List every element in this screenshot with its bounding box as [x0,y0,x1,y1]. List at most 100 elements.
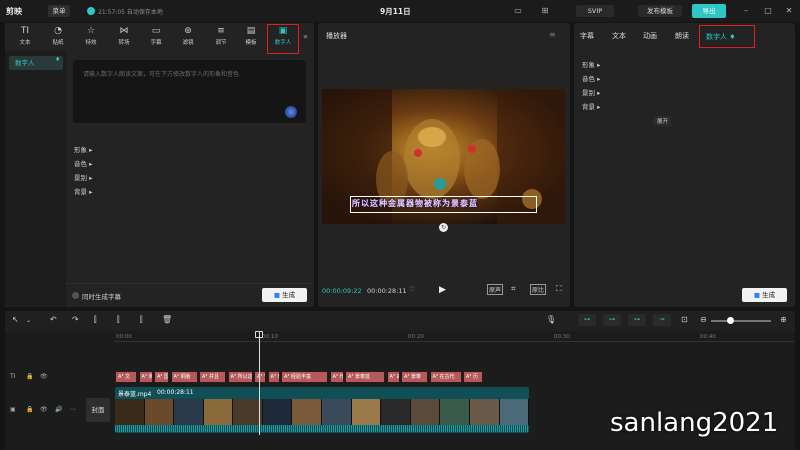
undo-icon[interactable]: ↶ [50,315,57,324]
export-button[interactable]: 导出 [692,4,726,18]
lock-icon[interactable]: 🔒 [26,373,33,380]
cursor-icon[interactable]: ↖ [12,315,19,324]
zoom-slider-knob[interactable] [727,317,734,324]
thumbnail [381,399,411,425]
ratio-button[interactable]: 原比 [530,284,547,295]
rotate-handle-icon[interactable]: ↻ [439,223,448,232]
text-clip[interactable]: A³ 文 [115,371,137,383]
text-clip[interactable]: A³ 景泰蓝 [345,371,385,383]
grid-icon[interactable]: ⦙⦙⦙ [410,285,415,294]
text-clip[interactable]: A³ 国 [154,371,169,383]
thumbnail [440,399,470,425]
tab-read[interactable]: 朗读 [675,31,689,41]
generate-icon: ■ [753,291,761,299]
text-clip[interactable]: A³ 铜胎 [170,371,198,383]
text-clip[interactable]: A³ 历 [463,371,483,383]
playhead[interactable] [259,331,260,435]
tool-effects[interactable]: ☆ 特效 [78,25,104,49]
link-main-track-icon[interactable]: ⊶ [578,314,596,326]
tool-adjust[interactable]: ≡ 调节 [208,25,234,49]
eye-icon[interactable]: 👁 [40,373,48,380]
timeline-toolbar [5,311,795,331]
collapse-icon[interactable]: « [303,32,308,41]
text-clip[interactable]: A³ 在古代 [429,371,462,383]
text-clip[interactable]: A³ 由 [386,371,400,383]
publish-template-button[interactable]: 发布模板 [638,5,682,17]
zoom-out-icon[interactable]: ⊖ [700,315,707,324]
fullscreen-icon[interactable]: ⛶ [556,284,562,294]
original-sound-button[interactable]: 原声 [487,284,504,295]
ruler-label: 00:30 [554,334,570,340]
text-track-icon: TI [10,373,16,380]
tool-transition[interactable]: ⋈ 转场 [111,25,137,49]
cover-button[interactable]: 封面 [86,398,110,422]
tool-filter[interactable]: ⊛ 滤镜 [175,25,201,49]
text-clip[interactable]: A³ 景泰 [401,371,428,383]
close-icon[interactable]: ✕ [784,6,794,16]
maximize-icon[interactable]: □ [763,6,773,16]
eye-icon[interactable]: 👁 [40,406,48,413]
subtitle-checkbox[interactable] [72,292,79,299]
prop-background[interactable]: 背景 ▸ [74,186,92,196]
prop-shot[interactable]: 景别 ▸ [74,172,92,182]
svip-button[interactable]: SVIP [576,5,614,17]
menu-button[interactable]: 菜单 [48,5,70,17]
right-prop-voice[interactable]: 音色 ▸ [582,73,600,83]
redo-icon[interactable]: ↷ [72,315,79,324]
link-preview-icon[interactable]: ⊶ [603,314,621,326]
text-track: A³ 文A³ 我A³ 国A³ 铜胎A³ 并且A³ 所以这A³ 它A³ 但A³ 经… [115,371,530,383]
tool-subtitle[interactable]: ▭ 字幕 [143,25,169,49]
play-icon[interactable]: ▶ [439,285,446,295]
minimize-icon[interactable]: – [741,6,751,16]
tool-digital-human-highlight[interactable] [267,24,299,54]
tab-text[interactable]: 文本 [612,31,626,41]
preview-axis-icon[interactable]: ⊡ [681,315,688,324]
caption-text[interactable]: 所以这种金属器物被称为景泰蓝 [352,198,535,209]
thumbnail [322,399,352,425]
zoom-slider[interactable] [711,320,771,322]
text-clip[interactable]: A³ 但 [267,371,280,383]
tool-sticker[interactable]: ◔ 贴纸 [45,25,71,49]
text-clip[interactable]: A³ 并且 [199,371,226,383]
microphone-icon[interactable]: 🎙 [546,315,556,324]
text-clip[interactable]: A³ 我 [138,371,153,383]
split-left-icon[interactable]: ⫿ [117,315,120,325]
ai-orb-icon[interactable] [285,106,297,118]
chevron-down-icon[interactable]: ⌄ [26,317,31,324]
delete-icon[interactable]: 🗑 [162,315,172,324]
tab-digital-human[interactable]: 数字人 ♦ [699,25,755,48]
script-textarea[interactable]: 请输入数字人朗读文案，可在下方修改数字人的形象和音色 [73,60,306,123]
text-clip[interactable]: A³ 它 [254,371,266,383]
tool-template[interactable]: ▤ 模板 [238,25,264,49]
ruler-label: 00:40 [700,334,716,340]
left-sidebar [5,51,66,307]
monitor-icon[interactable]: ▭ [513,6,523,16]
tab-animation[interactable]: 动画 [643,31,657,41]
text-clip[interactable]: A³ 作 [329,371,344,383]
layout-icon[interactable]: ⊞ [540,6,550,16]
link-audio-icon[interactable]: ⊶ [628,314,646,326]
split-right-icon[interactable]: ⫿ [140,315,143,325]
more-icon[interactable]: ⋯ [70,406,76,413]
generate-button-right[interactable]: ■ 生成 [742,288,787,302]
autosave-status: 21:57:05 自动保存本地 [98,9,163,16]
tool-label: 转场 [118,40,130,46]
text-clip[interactable]: A³ 所以这 [227,371,253,383]
generate-icon: ■ [273,291,281,299]
generate-button[interactable]: ■ 生成 [262,288,307,302]
prop-appearance[interactable]: 形象 ▸ [74,144,92,154]
right-prop-background[interactable]: 背景 ▸ [582,101,600,111]
prop-voice[interactable]: 音色 ▸ [74,158,92,168]
speaker-icon[interactable]: 🔊 [55,406,62,413]
crop-icon[interactable]: ⌗ [511,284,516,294]
text-clip[interactable]: A³ 经验丰富 [281,371,328,383]
right-prop-shot[interactable]: 景别 ▸ [582,87,600,97]
split-icon[interactable]: ⫿ [94,315,97,325]
player-menu-icon[interactable]: ≡ [549,30,556,39]
right-prop-appearance[interactable]: 形象 ▸ [582,59,600,69]
lock-icon[interactable]: 🔒 [26,406,33,413]
zoom-in-icon[interactable]: ⊕ [780,315,787,324]
snap-icon[interactable]: ⊸ [653,314,671,326]
tab-subtitle[interactable]: 字幕 [580,31,594,41]
tool-text[interactable]: TI 文本 [12,25,38,49]
